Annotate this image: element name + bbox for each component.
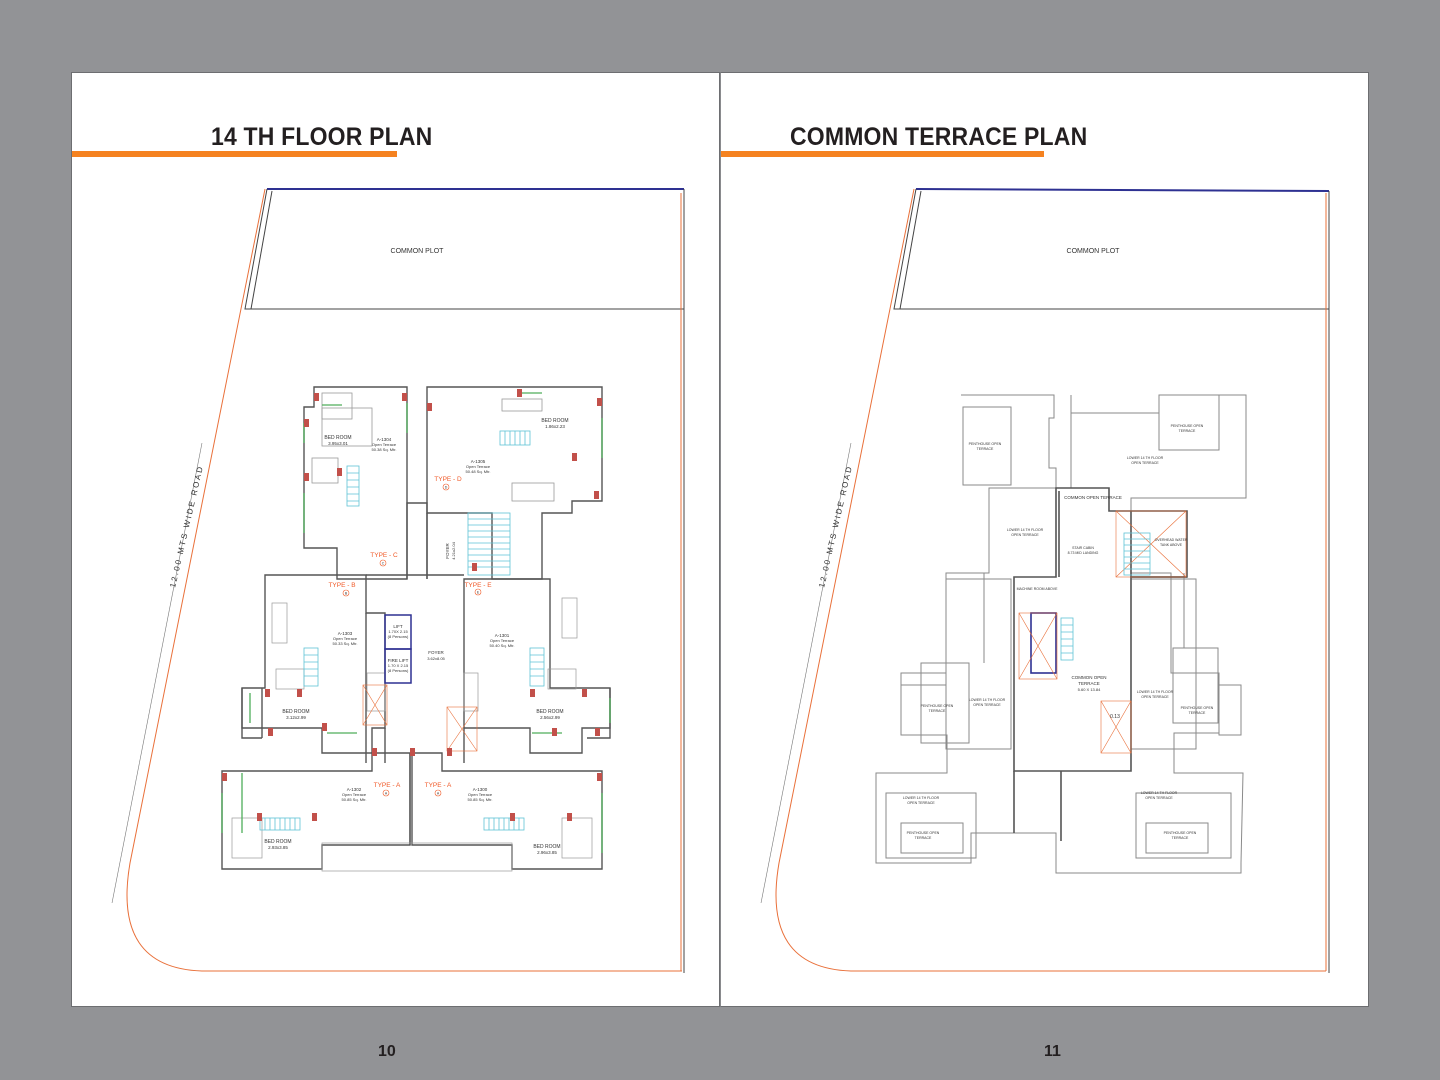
foyer-mid-dim: 3.62x8.05 <box>427 656 445 661</box>
overhead-tank-label-2: TANK ABOVE <box>1160 543 1183 547</box>
penthouse-top-left-2: TERRACE <box>977 447 994 451</box>
penthouse-bottom-right: PENTHOUSE OPEN <box>1164 831 1197 835</box>
common-terrace-plan: COMMON PLOT 12.00 MTS WIDE ROAD COMMON O… <box>760 188 1330 973</box>
type-a-right-tag: TYPE - A <box>425 782 452 789</box>
type-e-tag: TYPE - E <box>464 582 492 589</box>
common-open-terrace-center-2: TERRACE <box>1078 681 1100 686</box>
penthouse-top-left: PENTHOUSE OPEN <box>969 442 1002 446</box>
road-label: 12.00 MTS WIDE ROAD <box>168 464 205 588</box>
fire-lift-capacity: (8 Persons) <box>388 668 409 673</box>
unit-a1304-area: 50.38 Sq. Mtr. <box>372 447 397 452</box>
bed-room-d-dim: 1.86x2.23 <box>545 424 565 429</box>
penthouse-mid-left-2: TERRACE <box>929 709 946 713</box>
floor-plan-14th: COMMON PLOT 12.00 MTS WIDE ROAD BED ROOM… <box>111 188 685 973</box>
lower-bottom-right: LOWER 14 TH FLOOR <box>1141 791 1178 795</box>
lower-bottom-left: LOWER 14 TH FLOOR <box>903 796 940 800</box>
lower-top-right: LOWER 14 TH FLOOR <box>1127 456 1164 460</box>
lift-capacity: (8 Persons) <box>388 634 409 639</box>
type-b-mark: B <box>345 592 348 596</box>
common-open-terrace-dim: 5.60 X 13.84 <box>1078 687 1101 692</box>
type-a-right-mark: A <box>437 792 440 796</box>
bed-room-c-dim: 3.95x3.01 <box>328 441 348 446</box>
lower-mid-left: LOWER 14 TH FLOOR <box>969 698 1006 702</box>
foyer-top-dim: 4.21x2.04 <box>451 541 456 559</box>
penthouse-top-right: PENTHOUSE OPEN <box>1171 424 1204 428</box>
left-page: 14 TH FLOOR PLAN COMMON PLOT 12.00 MTS W… <box>71 72 720 1007</box>
plot-boundary-right <box>760 188 1330 973</box>
lower-top-right-2: OPEN TERRACE <box>1131 461 1159 465</box>
bed-room-a-left-dim: 2.93x3.85 <box>268 845 288 850</box>
penthouse-top-right-2: TERRACE <box>1179 429 1196 433</box>
penthouse-mid-right-2: TERRACE <box>1189 711 1206 715</box>
overhead-tank-label: OVERHEAD WATER <box>1155 538 1188 542</box>
common-plot-label: COMMON PLOT <box>391 248 445 255</box>
bed-room-b-dim: 3.12x2.99 <box>286 715 306 720</box>
type-b-tag: TYPE - B <box>328 582 355 589</box>
type-a-left-tag: TYPE - A <box>374 782 401 789</box>
unit-a1303-area: 50.33 Sq. Mtr. <box>333 641 358 646</box>
penthouse-mid-right: PENTHOUSE OPEN <box>1181 706 1214 710</box>
type-d-tag: TYPE - D <box>434 476 462 483</box>
penthouse-bottom-right-2: TERRACE <box>1172 836 1189 840</box>
penthouse-bottom-left: PENTHOUSE OPEN <box>907 831 940 835</box>
machine-room-label: MACHINE ROOM ABOVE <box>1017 587 1059 591</box>
penthouse-bottom-left-2: TERRACE <box>915 836 932 840</box>
right-page-number: 11 <box>1044 1043 1061 1060</box>
unit-a1302-area: 50.85 Sq. Mtr. <box>342 797 367 802</box>
ots-label: 0.13 <box>1110 714 1120 720</box>
type-d-mark: D <box>445 486 448 490</box>
lower-bottom-left-2: OPEN TERRACE <box>907 801 935 805</box>
type-a-left-mark: A <box>385 792 388 796</box>
unit-a1305-area: 50.48 Sq. Mtr. <box>466 469 491 474</box>
left-page-number: 10 <box>378 1043 396 1060</box>
bed-room-a-right-dim: 2.96x3.85 <box>537 850 557 855</box>
stair-cabin-label: STAIR CABIN <box>1072 546 1094 550</box>
foyer-mid-label: FOYER <box>428 650 444 655</box>
road-label-right: 12.00 MTS WIDE ROAD <box>817 464 854 588</box>
lower-mid-right-2: OPEN TERRACE <box>1141 695 1169 699</box>
type-c-tag: TYPE - C <box>370 552 398 559</box>
lower-mid-right: LOWER 14 TH FLOOR <box>1137 690 1174 694</box>
foyer-top-label: FOYER <box>445 543 450 559</box>
lower-bottom-right-2: OPEN TERRACE <box>1145 796 1173 800</box>
type-e-mark: E <box>477 591 480 595</box>
unit-a1301-area: 50.40 Sq. Mtr. <box>490 643 515 648</box>
common-plot-label-right: COMMON PLOT <box>1067 248 1121 255</box>
common-open-terrace-center: COMMON OPEN <box>1071 675 1106 680</box>
unit-a1300-area: 50.85 Sq. Mtr. <box>468 797 493 802</box>
lower-top-left-2: OPEN TERRACE <box>1011 533 1039 537</box>
windows <box>221 392 611 853</box>
common-open-terrace-label: COMMON OPEN TERRACE <box>1064 495 1122 500</box>
lower-top-left: LOWER 14 TH FLOOR <box>1007 528 1044 532</box>
stair-cabin-label-2: 8.73 MID LANDING <box>1068 551 1099 555</box>
penthouse-mid-left: PENTHOUSE OPEN <box>921 704 954 708</box>
plot-boundary <box>111 188 685 973</box>
bed-room-e-dim: 2.56x2.99 <box>540 715 560 720</box>
right-page: COMMON TERRACE PLAN COMMON PLOT 12.00 MT… <box>720 72 1369 1007</box>
type-c-mark: C <box>382 562 385 566</box>
lower-mid-left-2: OPEN TERRACE <box>973 703 1001 707</box>
